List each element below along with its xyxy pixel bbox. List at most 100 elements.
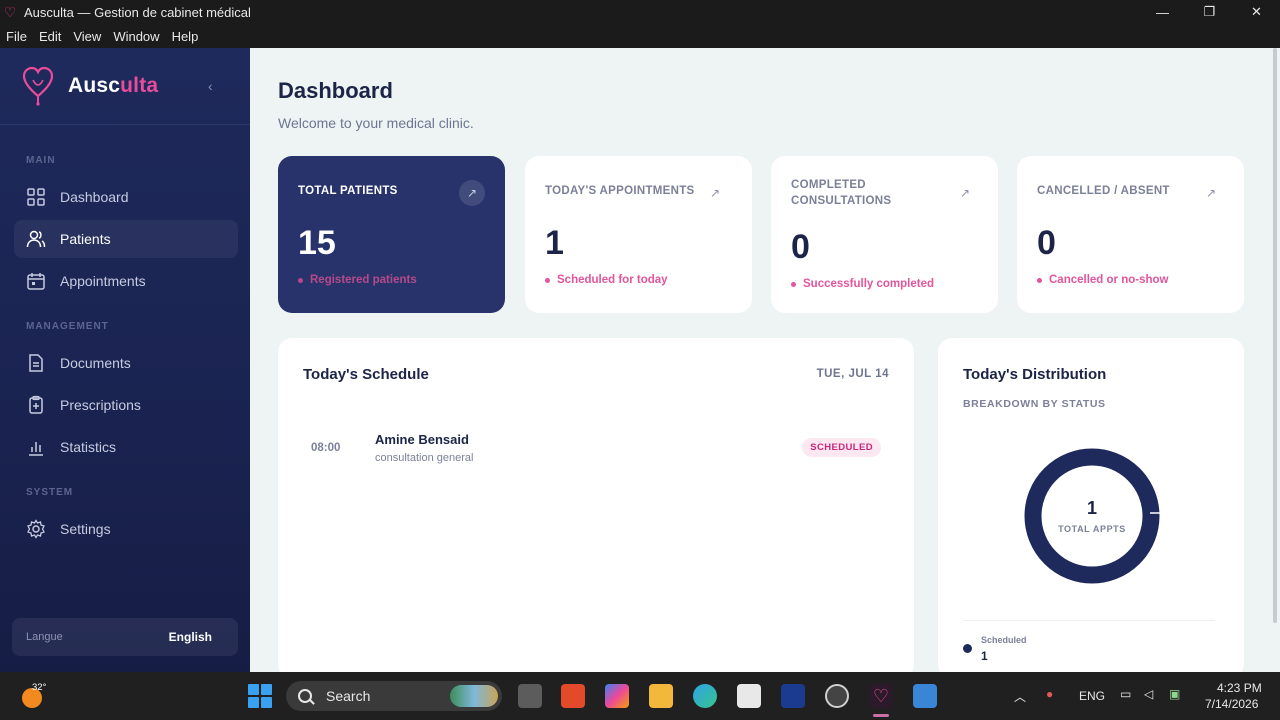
donut-total-value: 1	[1086, 498, 1097, 518]
appointment-patient-name: Amine Bensaid	[375, 432, 469, 447]
app-a-icon[interactable]	[781, 684, 805, 708]
copilot-icon[interactable]	[605, 684, 629, 708]
arrow-up-right-icon[interactable]: ↗	[459, 180, 485, 206]
stethoscope-heart-logo-icon	[22, 66, 54, 106]
battery-icon[interactable]: ▣	[1169, 687, 1180, 701]
collapse-sidebar-icon[interactable]: ‹	[208, 78, 213, 94]
sidebar-item-documents[interactable]: Documents	[14, 344, 238, 382]
brand: Ausculta	[22, 66, 158, 106]
arrow-up-right-icon[interactable]: ↗	[702, 180, 728, 206]
legend-value: 1	[981, 649, 988, 663]
schedule-panel: Today's Schedule TUE, JUL 14 08:00 Amine…	[278, 338, 914, 672]
distribution-panel: Today's Distribution BREAKDOWN BY STATUS…	[938, 338, 1244, 672]
donut-total-label: TOTAL APPTS	[1058, 524, 1126, 534]
weather-temperature: 32°	[32, 682, 47, 693]
language-value: English	[168, 630, 212, 644]
taskbar-search-label: Search	[326, 688, 371, 704]
language-selector[interactable]: Langue English	[12, 618, 238, 656]
taskbar-search[interactable]: Search	[286, 681, 502, 711]
menu-view[interactable]: View	[73, 29, 101, 44]
distribution-title: Today's Distribution	[963, 366, 1107, 383]
stat-card-total-patients[interactable]: TOTAL PATIENTS ↗ 15 Registered patients	[278, 156, 505, 313]
weather-widget[interactable]: 32°	[20, 682, 46, 708]
sidebar-item-label: Settings	[60, 521, 111, 537]
ausculta-app-icon[interactable]: ♡	[869, 684, 893, 708]
input-language[interactable]: ENG	[1079, 689, 1105, 703]
sidebar-item-label: Patients	[60, 231, 111, 247]
search-icon	[298, 689, 312, 703]
maximize-button[interactable]: ❐	[1186, 0, 1233, 24]
legend-dot-icon	[963, 644, 972, 653]
windows-start-icon[interactable]	[248, 684, 272, 708]
language-label: Langue	[26, 631, 63, 643]
arrow-up-right-icon[interactable]: ↗	[1198, 180, 1224, 206]
edge-browser-icon[interactable]	[693, 684, 717, 708]
sidebar-item-statistics[interactable]: Statistics	[14, 428, 238, 466]
sidebar-item-label: Statistics	[60, 439, 117, 455]
obs-recording-icon[interactable]	[825, 684, 849, 708]
notepad-icon[interactable]	[913, 684, 937, 708]
menu-file[interactable]: File	[6, 29, 27, 44]
menu-window[interactable]: Window	[113, 29, 159, 44]
stat-label: CANCELLED / ABSENT	[1037, 185, 1170, 197]
arrow-up-right-icon[interactable]: ↗	[952, 180, 978, 206]
sidebar-item-label: Prescriptions	[60, 397, 141, 413]
sidebar-item-settings[interactable]: Settings	[14, 510, 238, 548]
stat-label: COMPLETED CONSULTATIONS	[791, 179, 892, 207]
window-controls: — ❐ ✕	[1139, 0, 1280, 24]
sidebar-item-prescriptions[interactable]: Prescriptions	[14, 386, 238, 424]
app-heart-icon: ♡	[3, 4, 17, 20]
stat-value: 0	[791, 228, 810, 266]
main-content: Dashboard Welcome to your medical clinic…	[250, 48, 1280, 672]
scrollbar-thumb[interactable]	[1273, 48, 1277, 623]
stat-label: TODAY'S APPOINTMENTS	[545, 185, 695, 197]
legend-name: Scheduled	[981, 635, 1027, 645]
page-subtitle: Welcome to your medical clinic.	[278, 115, 474, 131]
sidebar-item-label: Documents	[60, 355, 131, 371]
stat-label: TOTAL PATIENTS	[298, 185, 398, 197]
stat-value: 1	[545, 224, 564, 262]
page-title: Dashboard	[278, 78, 393, 103]
stat-value: 0	[1037, 224, 1056, 262]
file-explorer-icon[interactable]	[649, 684, 673, 708]
sidebar-item-appointments[interactable]: Appointments	[14, 262, 238, 300]
taskbar-time[interactable]: 4:23 PM	[1217, 681, 1262, 695]
gear-icon	[27, 519, 45, 539]
volume-icon[interactable]: ◁	[1144, 687, 1153, 701]
section-label-system: SYSTEM	[26, 487, 74, 498]
stat-card-cancelled-absent[interactable]: CANCELLED / ABSENT ↗ 0 Cancelled or no-s…	[1017, 156, 1244, 313]
task-view-icon[interactable]	[518, 684, 542, 708]
stat-note: Cancelled or no-show	[1037, 274, 1169, 286]
menu-edit[interactable]: Edit	[39, 29, 61, 44]
stat-note: Successfully completed	[791, 278, 934, 290]
store-icon[interactable]	[737, 684, 761, 708]
sidebar-divider	[0, 124, 250, 125]
microphone-icon[interactable]: ●	[1046, 687, 1053, 701]
section-label-management: MANAGEMENT	[26, 321, 109, 332]
stat-card-completed-consultations[interactable]: COMPLETED CONSULTATIONS ↗ 0 Successfully…	[771, 156, 998, 313]
close-button[interactable]: ✕	[1233, 0, 1280, 24]
network-icon[interactable]: ▭	[1120, 687, 1131, 701]
search-highlight-icon	[450, 685, 498, 707]
scrollbar[interactable]	[1272, 48, 1278, 632]
sidebar-item-label: Appointments	[60, 273, 146, 289]
legend-divider	[963, 620, 1215, 621]
active-app-indicator	[873, 714, 889, 717]
bar-chart-icon	[29, 442, 43, 456]
stat-card-todays-appointments[interactable]: TODAY'S APPOINTMENTS ↗ 1 Scheduled for t…	[525, 156, 752, 313]
sidebar-item-patients[interactable]: Patients	[14, 220, 238, 258]
menu-help[interactable]: Help	[172, 29, 199, 44]
document-icon	[29, 354, 43, 372]
sidebar-item-dashboard[interactable]: Dashboard	[14, 178, 238, 216]
taskbar-date[interactable]: 7/14/2026	[1205, 697, 1258, 711]
appointment-time: 08:00	[311, 442, 341, 454]
schedule-title: Today's Schedule	[303, 366, 429, 383]
minimize-button[interactable]: —	[1139, 0, 1186, 24]
dot-icon	[298, 277, 303, 283]
tray-overflow-icon[interactable]: ︿	[1014, 688, 1026, 705]
calendar-icon	[27, 273, 45, 290]
brave-browser-icon[interactable]	[561, 684, 585, 708]
taskbar: 32° Search ♡ ︿ ● ENG ▭ ◁ ▣ 4:23 PM 7/14/…	[0, 672, 1280, 720]
status-badge: SCHEDULED	[802, 438, 881, 457]
list-item[interactable]: 08:00 Amine Bensaid consultation general…	[311, 430, 881, 470]
